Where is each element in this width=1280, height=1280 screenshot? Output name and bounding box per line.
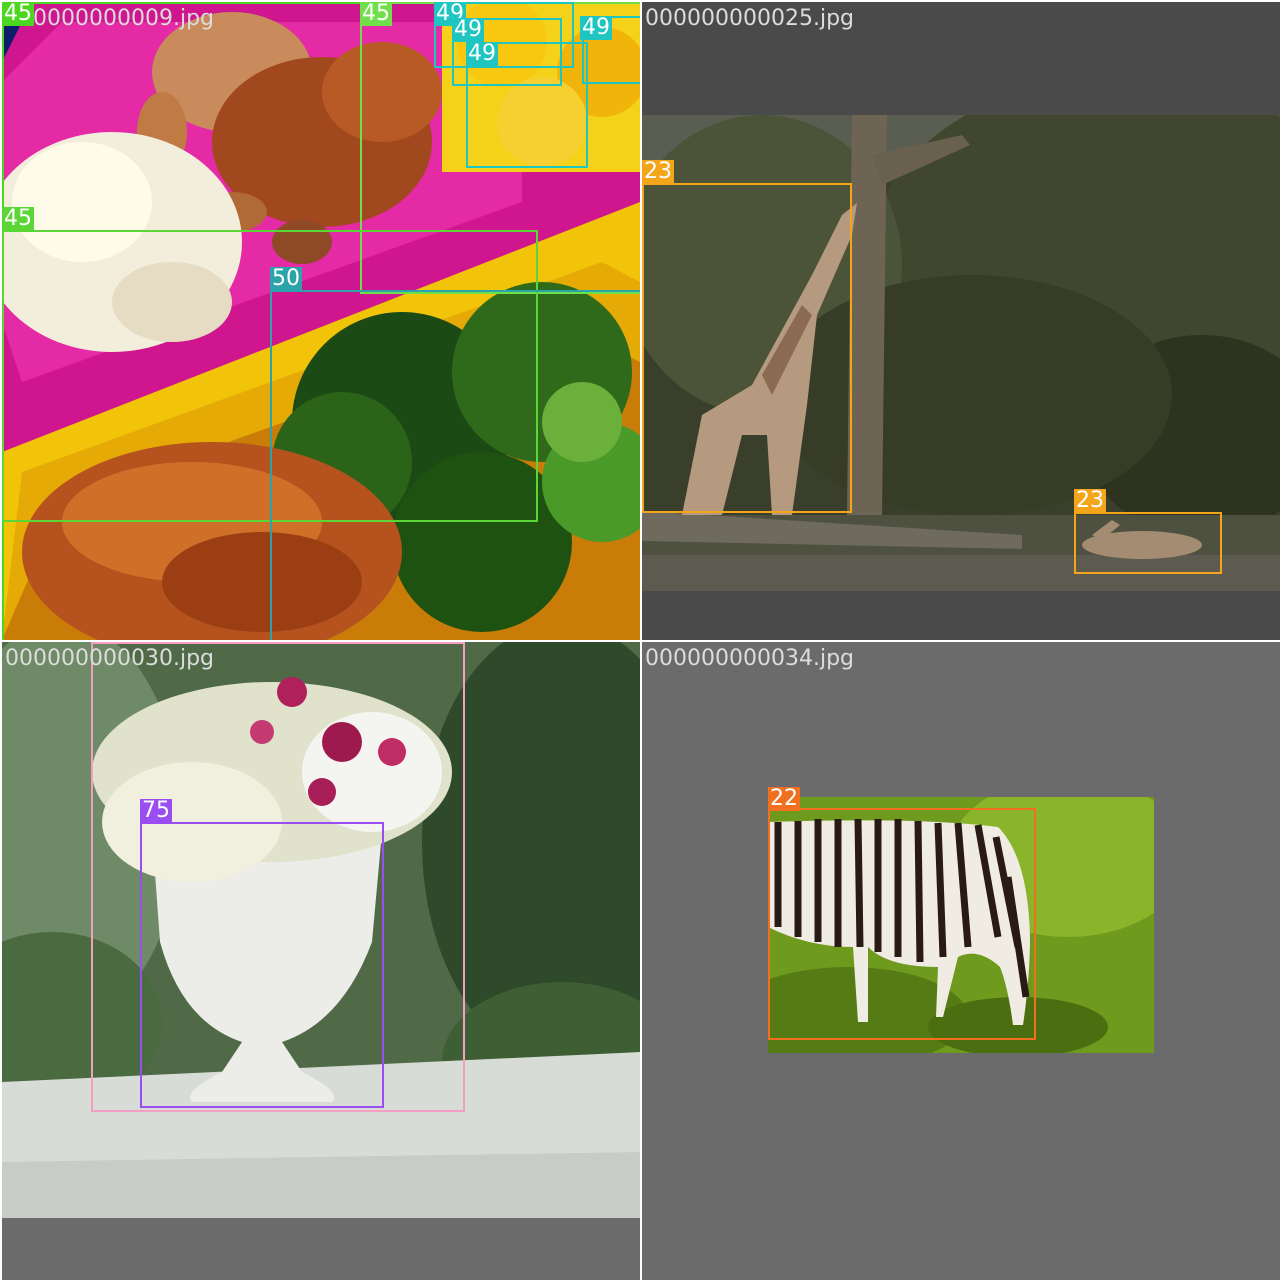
tile-image-3[interactable]: 000000000030.jpg 58 75 xyxy=(2,642,640,1280)
detection-label: 49 xyxy=(466,41,498,66)
detection-label: 45 xyxy=(360,2,392,26)
detection-box[interactable] xyxy=(1074,512,1222,574)
tile-image-2[interactable]: 000000000025.jpg 23 23 xyxy=(642,2,1280,640)
detection-label: 23 xyxy=(1074,488,1106,513)
mosaic-grid: 000000000009.jpg 45 45 45 49 49 49 49 50 xyxy=(0,0,1280,1280)
detection-label: 75 xyxy=(140,798,172,823)
detection-label: 22 xyxy=(768,786,800,811)
detection-label: 23 xyxy=(642,159,674,184)
detection-label: 49 xyxy=(452,17,484,42)
tile-filename: 000000000030.jpg xyxy=(5,646,214,671)
tile-filename: 000000000034.jpg xyxy=(645,646,854,671)
tile-image-1[interactable]: 000000000009.jpg 45 45 45 49 49 49 49 50 xyxy=(2,2,640,640)
detection-box[interactable] xyxy=(642,183,852,513)
tile-filename: 000000000025.jpg xyxy=(645,6,854,31)
detection-label: 45 xyxy=(2,206,34,231)
tile-filename: 000000000009.jpg xyxy=(5,6,214,31)
detection-label: 49 xyxy=(580,15,612,40)
tile-image-4[interactable]: 000000000034.jpg 22 xyxy=(642,642,1280,1280)
detection-box[interactable] xyxy=(140,822,384,1108)
detection-box[interactable] xyxy=(768,808,1036,1040)
detection-label: 45 xyxy=(2,2,34,26)
detection-label: 50 xyxy=(270,266,302,291)
detection-box[interactable] xyxy=(270,290,640,640)
